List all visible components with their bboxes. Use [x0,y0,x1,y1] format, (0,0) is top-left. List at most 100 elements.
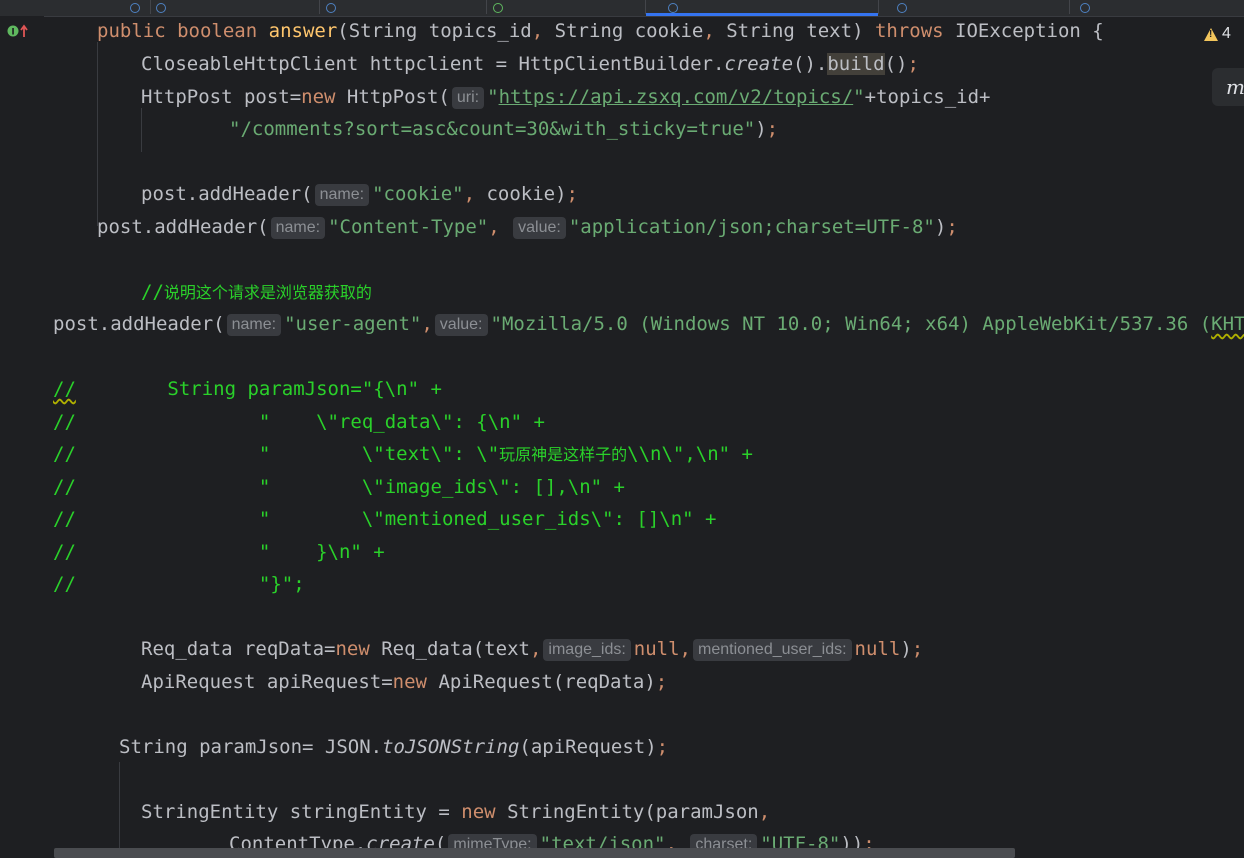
code-line-14: // " }\n" + [53,539,385,565]
code-token: Req_data(text [369,638,530,660]
code-line-9: // String paramJson="{\n" + [53,376,442,402]
code-token: post.addHeader( [141,183,313,205]
code-token: () [884,53,908,75]
code-token: // [53,541,76,563]
code-line-16: Req_data reqData=new Req_data(text, image… [141,636,923,662]
code-token: , [531,20,544,42]
editor-tab[interactable] [0,0,151,14]
editor-tab[interactable] [879,0,1070,14]
code-token: HttpPost post= [141,86,302,108]
code-token: null [854,638,901,660]
editor-tab-active[interactable] [646,0,879,14]
code-token: ; [946,216,958,238]
param-hint: value: [513,217,566,239]
code-token: ; [656,736,669,758]
code-token: "Content-Type" [328,216,489,238]
code-token: (String topics_id [337,20,532,42]
code-token: toJSONString [382,736,520,758]
code-token: cookie) [475,183,567,205]
code-line-11: // " \"text\": \"玩原神是这样子的\\n\",\n" + [53,441,753,467]
code-token: ; [655,671,668,693]
java-file-icon [668,3,678,13]
code-token: new [335,638,370,660]
code-line-13: // " \"mentioned_user_ids\": []\n" + [53,506,716,532]
code-line-5: post.addHeader(name: "cookie", cookie); [141,181,578,207]
code-token: // [53,411,76,433]
code-token: "Mozilla/5.0 (Windows NT 10.0; Win64; x6… [490,313,1212,335]
code-token: ) [755,118,767,140]
param-hint: mentioned_user_ids: [693,639,852,661]
code-token: , [758,801,771,823]
code-line-18: String paramJson= JSON.toJSONString(apiR… [119,734,668,760]
code-token: " \"req_data\": {\n" + [75,411,545,433]
editor-tab[interactable] [487,0,646,14]
code-token: ) [934,216,947,238]
code-token: Req_data reqData= [141,638,336,660]
indent-guide [141,108,142,152]
param-hint: name: [226,314,282,336]
code-token: , [488,216,500,238]
indent-guide [97,42,98,226]
warning-count: 4 [1222,25,1231,42]
editor-tab-strip [0,0,1244,17]
code-token: StringEntity(paramJson [495,801,759,823]
editor-tab[interactable] [151,0,320,14]
code-token: , [679,638,691,660]
code-token: "user-agent" [284,313,422,335]
floating-toolbar-button[interactable]: m [1212,68,1244,106]
code-line-2: CloseableHttpClient httpclient = HttpCli… [141,51,919,77]
code-line-19: StringEntity stringEntity = new StringEn… [141,799,770,825]
code-token: , [421,313,433,335]
implements-method-icon[interactable]: I [7,24,31,40]
java-file-icon [493,3,503,13]
code-token: String cookie [543,20,704,42]
code-token: throws [874,20,944,42]
horizontal-scrollbar[interactable] [54,848,1015,858]
code-token: create [724,53,794,75]
code-line-6: post.addHeader(name: "Content-Type", valu… [97,214,958,240]
param-hint: image_ids: [543,639,631,661]
code-token: "cookie" [372,183,464,205]
url-link[interactable]: https://api.zsxq.com/v2/topics/ [499,86,854,108]
code-token: "application/json;charset=UTF-8" [568,216,935,238]
code-token: post.addHeader( [97,216,269,238]
param-hint: value: [434,314,488,336]
code-token: ; [911,638,924,660]
code-token: new [461,801,496,823]
code-line-3: HttpPost post=new HttpPost(uri: "https://… [141,84,990,110]
code-token: " }\n" + [75,541,385,563]
code-line-8: post.addHeader(name: "user-agent", value: "… [53,311,1244,337]
code-token: boolean [177,20,258,42]
code-token: , [463,183,476,205]
code-token: // [53,573,76,595]
code-token: // [141,281,164,303]
java-file-icon [897,3,907,13]
code-token: +topics_id+ [864,86,991,108]
java-file-icon [326,3,336,13]
code-token: CloseableHttpClient httpclient = HttpCli… [141,53,725,75]
code-token: StringEntity stringEntity = [141,801,462,823]
code-token: new [392,671,427,693]
code-token: // [53,378,76,400]
code-token: ; [766,118,779,140]
svg-text:I: I [11,28,14,38]
java-file-icon [130,3,140,13]
code-token: ApiRequest apiRequest= [141,671,393,693]
code-token: " \"text\": \" [75,443,500,465]
code-token: (). [793,53,828,75]
code-token: " \"image_ids\": [],\n" + [75,476,625,498]
code-token: null [633,638,680,660]
code-token: \\n\",\n" + [627,443,753,465]
code-token: , [529,638,542,660]
code-token: ; [907,53,919,75]
editor-tab[interactable] [1070,0,1244,14]
code-line-12: // " \"image_ids\": [],\n" + [53,474,625,500]
editor-tab[interactable] [320,0,487,14]
code-editor[interactable]: public boolean answer(String topics_id, … [44,16,1244,858]
java-file-icon [156,3,166,13]
editor-gutter: I [0,16,44,858]
inspection-warnings-widget[interactable]: 4 [1204,24,1231,44]
java-file-icon [1080,3,1090,13]
code-line-1: public boolean answer(String topics_id, … [97,18,1104,44]
code-token: HttpPost( [335,86,450,108]
